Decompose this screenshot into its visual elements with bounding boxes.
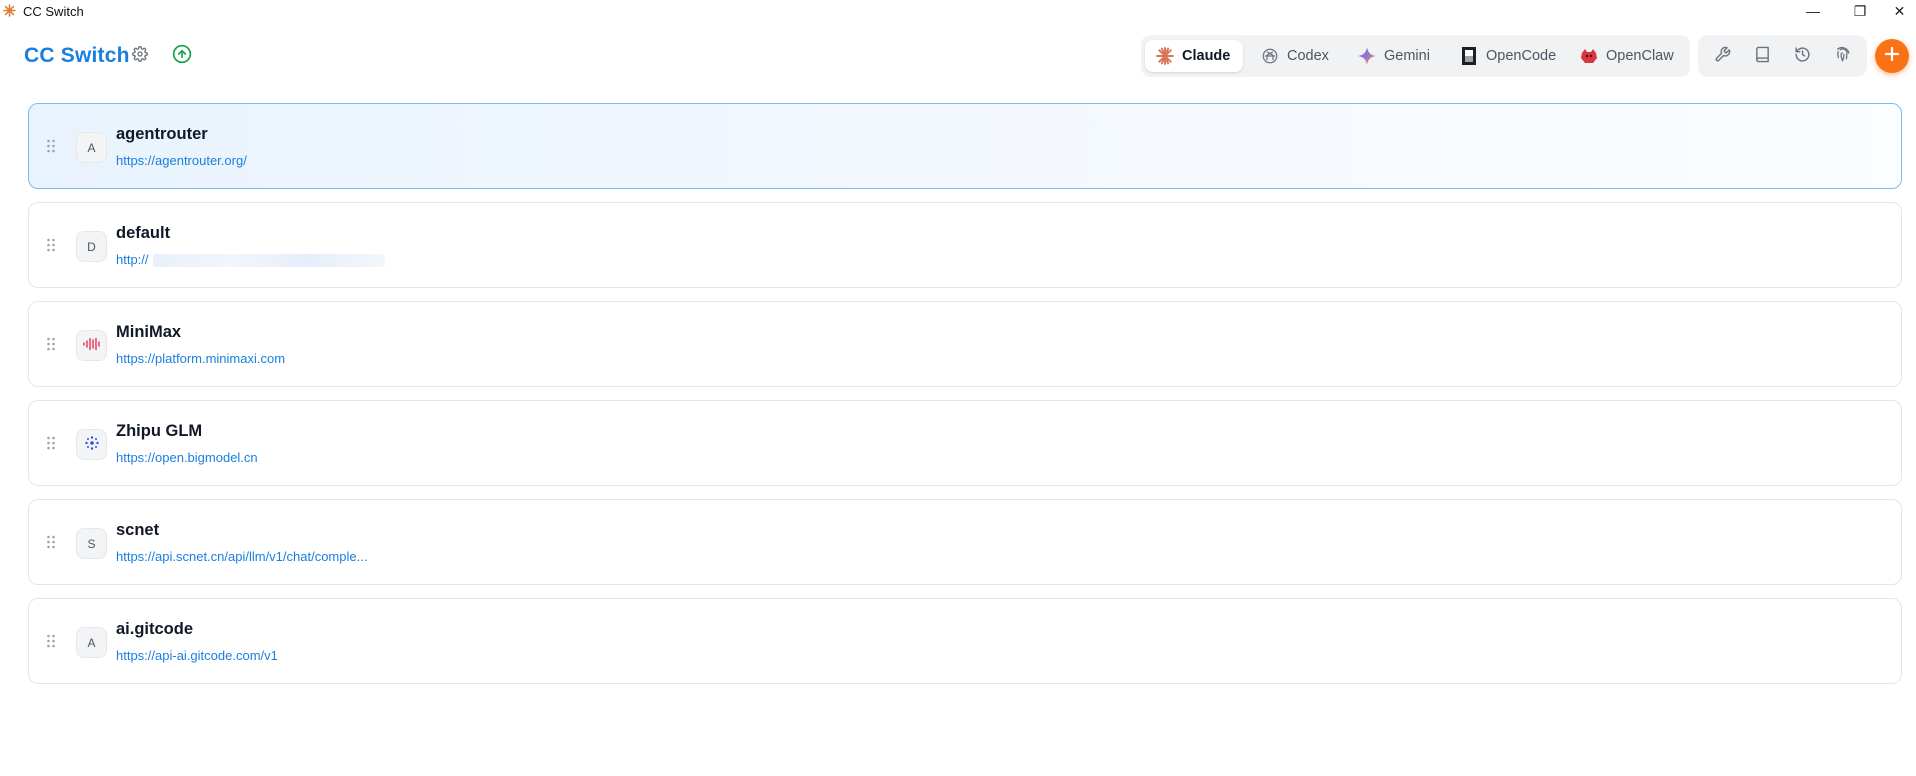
provider-url[interactable]: http:// [116,252,149,267]
provider-url[interactable]: https://api.scnet.cn/api/llm/v1/chat/com… [116,549,367,564]
arrow-up-circle-icon [172,44,192,69]
drag-handle-icon[interactable] [46,139,56,153]
drag-handle-icon[interactable] [46,535,56,549]
history-button[interactable] [1789,44,1815,70]
provider-avatar: A [76,132,107,163]
redacted-url-block [153,254,385,267]
close-window-button[interactable]: ✕ [1883,0,1916,22]
provider-name: Zhipu GLM [116,422,203,440]
provider-name: agentrouter [116,125,208,143]
window-titlebar: CC Switch — ❐ ✕ [0,0,1916,22]
provider-card-default[interactable]: D default http:// [28,202,1902,288]
drag-handle-icon[interactable] [46,436,56,450]
tab-opencode-label: OpenCode [1486,48,1557,64]
tab-claude-label: Claude [1182,48,1231,64]
provider-card-minimax[interactable]: MiniMax https://platform.minimaxi.com [28,301,1902,387]
provider-card-gitcode[interactable]: A ai.gitcode https://api-ai.gitcode.com/… [28,598,1902,684]
tab-gemini[interactable]: Gemini [1347,40,1443,72]
minimax-wave-icon [82,337,102,354]
docs-button[interactable] [1749,44,1775,70]
fingerprint-button[interactable] [1829,44,1855,70]
provider-name: scnet [116,521,160,539]
provider-name: default [116,224,171,242]
provider-card-scnet[interactable]: S scnet https://api.scnet.cn/api/llm/v1/… [28,499,1902,585]
brand-title: CC Switch [24,44,130,67]
tab-codex[interactable]: Codex [1250,40,1340,72]
update-button[interactable] [170,44,194,68]
provider-avatar: A [76,627,107,658]
provider-url[interactable]: https://api-ai.gitcode.com/v1 [116,648,278,663]
plus-icon [1884,46,1900,67]
drag-handle-icon[interactable] [46,337,56,351]
toolbar [1698,35,1867,77]
provider-name: MiniMax [116,323,182,341]
provider-url[interactable]: https://platform.minimaxi.com [116,351,285,366]
add-provider-button[interactable] [1875,39,1909,73]
tab-codex-label: Codex [1287,48,1329,64]
drag-handle-icon[interactable] [46,238,56,252]
app-header: CC Switch Claude Codex Gemini OpenCode O… [0,28,1916,84]
minimize-button[interactable]: — [1790,0,1836,22]
provider-avatar: S [76,528,107,559]
app-logo-icon [3,4,16,17]
claude-sunburst-icon [1155,46,1175,66]
history-icon [1794,46,1811,68]
openai-knot-icon [1260,46,1280,66]
openclaw-crab-icon [1579,46,1599,66]
provider-avatar [76,330,107,361]
tab-openclaw-label: OpenClaw [1606,48,1674,64]
app-switcher: Claude Codex Gemini OpenCode OpenClaw [1141,35,1690,77]
fingerprint-icon [1834,46,1851,68]
settings-button[interactable] [129,45,151,67]
wrench-icon [1714,46,1731,68]
provider-card-agentrouter[interactable]: A agentrouter https://agentrouter.org/ [28,103,1902,189]
tab-openclaw[interactable]: OpenClaw [1569,40,1684,72]
tab-opencode[interactable]: OpenCode [1449,40,1563,72]
provider-url[interactable]: https://open.bigmodel.cn [116,450,258,465]
tab-gemini-label: Gemini [1384,48,1430,64]
book-icon [1754,46,1771,68]
provider-list: A agentrouter https://agentrouter.org/ D… [28,103,1902,697]
provider-avatar: D [76,231,107,262]
gear-icon [132,45,148,67]
provider-name: ai.gitcode [116,620,194,638]
zhipu-dots-icon [84,435,100,454]
tab-claude[interactable]: Claude [1145,40,1243,72]
opencode-square-icon [1459,46,1479,66]
drag-handle-icon[interactable] [46,634,56,648]
provider-avatar [76,429,107,460]
tools-button[interactable] [1709,44,1735,70]
gemini-sparkle-icon [1357,46,1377,66]
window-title: CC Switch [23,4,84,19]
maximize-button[interactable]: ❐ [1837,0,1883,22]
provider-card-zhipu[interactable]: Zhipu GLM https://open.bigmodel.cn [28,400,1902,486]
provider-url[interactable]: https://agentrouter.org/ [116,153,247,168]
